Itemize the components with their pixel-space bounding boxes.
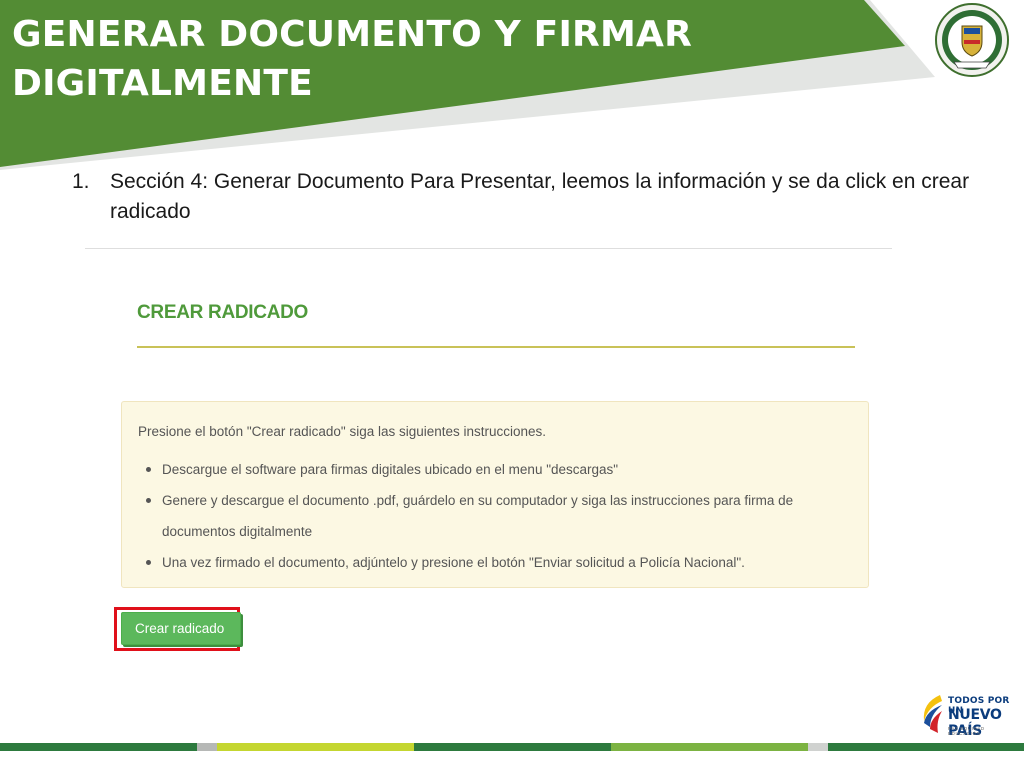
bullet-icon — [146, 467, 151, 472]
step-text: Sección 4: Generar Documento Para Presen… — [110, 170, 970, 223]
screenshot-top-divider — [85, 248, 892, 249]
bullet-icon — [146, 560, 151, 565]
info-alert-box: Presione el botón "Crear radicado" siga … — [121, 401, 869, 588]
crear-radicado-button[interactable]: Crear radicado — [121, 612, 241, 645]
footer-stripe — [197, 743, 217, 751]
list-item-text: Una vez firmado el documento, adjúntelo … — [162, 555, 745, 570]
colombia-flag-swoosh-icon — [923, 695, 942, 733]
step-number: 1. — [72, 170, 90, 193]
list-item: Una vez firmado el documento, adjúntelo … — [146, 547, 842, 578]
slide-title: GENERAR DOCUMENTO Y FIRMAR DIGITALMENTE — [12, 14, 692, 104]
footer-stripe — [217, 743, 414, 751]
list-item: Descargue el software para firmas digita… — [146, 454, 842, 485]
footer-stripe — [828, 743, 1024, 751]
list-item-text: Descargue el software para firmas digita… — [162, 462, 619, 477]
info-intro-text: Presione el botón "Crear radicado" siga … — [138, 424, 547, 439]
section-title: CREAR RADICADO — [137, 302, 309, 323]
bullet-icon — [146, 498, 151, 503]
list-item-text: Genere y descargue el documento .pdf, gu… — [162, 493, 794, 539]
list-item: Genere y descargue el documento .pdf, gu… — [146, 485, 842, 547]
footer-stripe — [611, 743, 808, 751]
policia-nacional-seal-icon — [935, 3, 1009, 77]
info-instructions-list: Descargue el software para firmas digita… — [146, 454, 842, 578]
footer-stripe — [808, 743, 828, 751]
logo-line3: PAZ EQUIDAD EDUCACIÓN — [948, 726, 985, 736]
todos-por-un-nuevo-pais-logo: TODOS POR UN NUEVO PAÍS PAZ EQUIDAD EDUC… — [918, 693, 1014, 739]
footer-stripe — [414, 743, 611, 751]
footer-stripe — [0, 743, 197, 751]
section-title-underline — [137, 346, 855, 348]
